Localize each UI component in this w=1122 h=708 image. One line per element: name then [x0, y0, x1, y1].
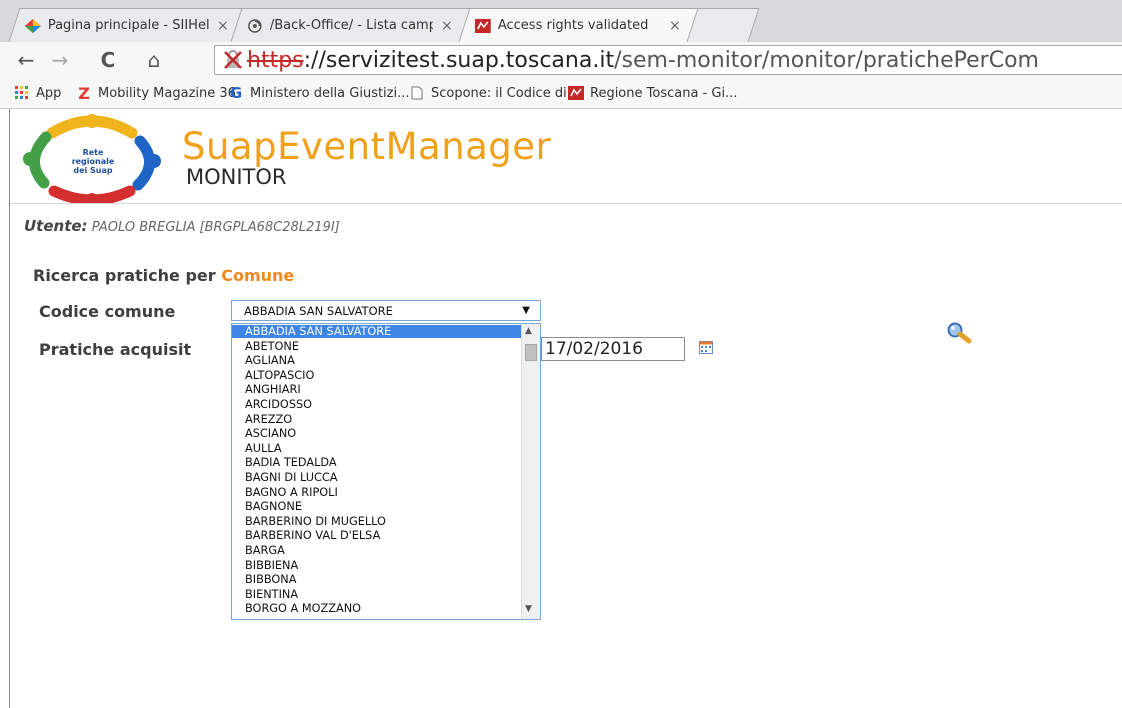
logo-text: Rete regionale dei Suap	[71, 148, 115, 175]
browser-window: Pagina principale - SIIHelp × /Back-Offi…	[0, 0, 1122, 708]
tab-siihelp[interactable]: Pagina principale - SIIHelp ×	[8, 8, 248, 42]
dropdown-option[interactable]: BORGO A MOZZANO	[232, 602, 527, 615]
dropdown-option[interactable]: ANGHIARI	[232, 383, 527, 396]
apps-grid-icon	[14, 85, 30, 101]
search-icon[interactable]	[945, 321, 975, 345]
page-icon	[409, 85, 425, 101]
home-button[interactable]: ⌂	[140, 46, 168, 74]
url-scheme: https	[247, 47, 304, 73]
tab-access-rights[interactable]: Access rights validated ×	[458, 8, 700, 42]
bookmark-label: App	[36, 85, 62, 101]
dropdown-option[interactable]: AULLA	[232, 442, 527, 455]
dropdown-option[interactable]: ARCIDOSSO	[232, 398, 527, 411]
dropdown-option[interactable]: BADIA TEDALDA	[232, 456, 527, 469]
bookmark-regione-toscana[interactable]: Regione Toscana - Gi...	[568, 83, 737, 103]
codice-comune-select[interactable]: ABBADIA SAN SALVATORE ▼	[231, 300, 541, 321]
search-title-prefix: Ricerca pratiche per	[33, 266, 216, 285]
home-icon: ⌂	[147, 48, 161, 72]
dropdown-option[interactable]: BAGNONE	[232, 500, 527, 513]
url-host: ://servizitest.suap.toscana.it	[303, 47, 615, 73]
scroll-up-icon[interactable]: ▲	[525, 326, 532, 336]
selected-value: ABBADIA SAN SALVATORE	[244, 303, 393, 318]
tab-title: Access rights validated	[497, 18, 649, 33]
address-toolbar: ← → C ⌂ https://servizitest.suap.toscana…	[0, 42, 1122, 78]
arrow-right-icon: →	[51, 48, 69, 72]
codice-comune-label: Codice comune	[39, 302, 176, 321]
rete-suap-logo: Rete regionale dei Suap	[20, 113, 165, 206]
dropdown-option[interactable]: BARBERINO DI MUGELLO	[232, 515, 527, 528]
scrollbar-thumb[interactable]	[525, 344, 537, 361]
dropdown-option[interactable]: BARGA	[232, 544, 527, 557]
bookmark-ministero-giustizia[interactable]: G Ministero della Giustizi...	[228, 83, 410, 103]
dropdown-option[interactable]: ALTOPASCIO	[232, 369, 527, 382]
app-subtitle: MONITOR	[186, 165, 287, 189]
z-logo-icon: Z	[78, 83, 90, 103]
calendar-icon[interactable]	[699, 339, 713, 354]
dropdown-option[interactable]: BAGNO A RIPOLI	[232, 486, 527, 499]
loading-icon	[247, 18, 263, 34]
app-title: SuapEventManager	[182, 125, 552, 168]
back-button[interactable]: ←	[12, 46, 40, 74]
header-divider	[10, 203, 1122, 204]
close-icon[interactable]: ×	[667, 18, 683, 34]
tab-title: Pagina principale - SIIHelp	[47, 18, 209, 33]
bookmarks-bar: App Z Mobility Magazine 36 G Ministero d…	[0, 78, 1122, 109]
bookmark-app[interactable]: App	[14, 83, 61, 103]
dropdown-option[interactable]: BAGNI DI LUCCA	[232, 471, 527, 484]
user-label: Utente:	[24, 217, 88, 235]
new-tab-button[interactable]	[686, 8, 760, 42]
bookmark-label: Ministero della Giustizi...	[250, 85, 410, 101]
bookmark-scopone[interactable]: Scopone: il Codice di ...	[409, 83, 583, 103]
regione-toscana-icon	[474, 18, 491, 34]
dropdown-option[interactable]: ABBADIA SAN SALVATORE	[232, 325, 527, 338]
reload-button[interactable]: C	[94, 46, 122, 74]
dropdown-arrow-icon: ▼	[522, 305, 530, 316]
dropdown-option[interactable]: AREZZO	[232, 413, 527, 426]
close-icon[interactable]: ×	[439, 18, 455, 34]
bookmark-mobility-magazine[interactable]: Z Mobility Magazine 36	[76, 83, 236, 103]
bookmark-label: Mobility Magazine 36	[98, 85, 236, 101]
dropdown-option[interactable]: BIENTINA	[232, 588, 527, 601]
reload-icon: C	[100, 48, 116, 72]
address-bar[interactable]: https://servizitest.suap.toscana.it/sem-…	[214, 45, 1122, 75]
search-title: Ricerca pratiche per Comune	[33, 266, 294, 285]
page-content: Rete regionale dei Suap SuapEventManager…	[9, 109, 1122, 708]
regione-toscana-icon	[568, 85, 584, 101]
scroll-down-icon[interactable]: ▼	[525, 604, 532, 614]
close-icon[interactable]: ×	[215, 18, 231, 34]
dropdown-option[interactable]: BIBBIENA	[232, 559, 527, 572]
arrow-left-icon: ←	[17, 48, 35, 72]
colorful-diamond-icon	[24, 18, 41, 34]
forward-button[interactable]: →	[46, 46, 74, 74]
dropdown-option[interactable]: ASCIANO	[232, 427, 527, 440]
date-input[interactable]: 17/02/2016	[541, 337, 685, 361]
dropdown-option[interactable]: BARBERINO VAL D'ELSA	[232, 529, 527, 542]
user-info: Utente: PAOLO BREGLIA [BRGPLA68C28L219I]	[24, 217, 340, 235]
tab-strip: Pagina principale - SIIHelp × /Back-Offi…	[0, 0, 1122, 43]
pratiche-acquisite-label: Pratiche acquisit	[39, 340, 192, 359]
codice-comune-dropdown-list[interactable]: ABBADIA SAN SALVATORE ABETONE AGLIANA ALTOP…	[231, 323, 541, 620]
dropdown-scrollbar[interactable]: ▲ ▼	[521, 324, 540, 619]
bookmark-label: Scopone: il Codice di ...	[431, 85, 584, 101]
user-name: PAOLO BREGLIA [BRGPLA68C28L219I]	[91, 220, 340, 235]
dropdown-option[interactable]: AGLIANA	[232, 354, 527, 367]
bookmark-label: Regione Toscana - Gi...	[590, 85, 738, 101]
g-logo-icon: G	[229, 84, 243, 102]
search-title-accent: Comune	[221, 266, 295, 285]
tab-title: /Back-Office/ - Lista campi d	[269, 18, 433, 33]
dropdown-option[interactable]: BIBBONA	[232, 573, 527, 586]
dropdown-option[interactable]: ABETONE	[232, 340, 527, 353]
tab-back-office[interactable]: /Back-Office/ - Lista campi d ×	[230, 8, 472, 42]
url-path: /sem-monitor/monitor/pratichePerCom	[614, 47, 1039, 73]
insecure-lock-icon	[223, 50, 245, 70]
